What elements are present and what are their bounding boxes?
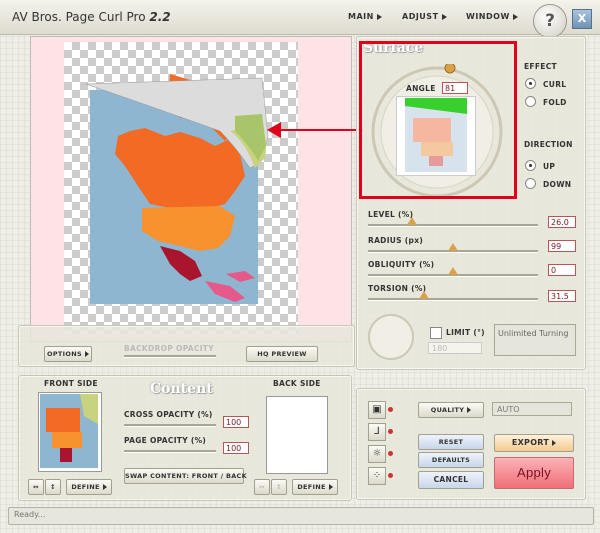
menu-main-arrow-icon (376, 13, 382, 20)
light-tool-icon[interactable]: ☼ (368, 445, 386, 463)
quality-value: AUTO (492, 402, 572, 416)
effect-fold-radio[interactable] (525, 96, 536, 107)
dots-tool-icon[interactable]: ⁘ (368, 467, 386, 485)
status-bar (8, 507, 594, 525)
radius-input[interactable]: 99 (548, 240, 576, 252)
level-slider-knob[interactable] (407, 217, 418, 225)
menu-window-arrow-icon (512, 13, 518, 20)
obliquity-slider[interactable] (368, 267, 538, 277)
front-side-label: FRONT SIDE (44, 379, 98, 388)
menu-adjust-arrow-icon (441, 13, 447, 20)
torsion-slider-knob[interactable] (419, 291, 430, 299)
options-button[interactable]: OPTIONS (44, 346, 92, 362)
effect-title: EFFECT (524, 62, 557, 71)
back-flip-vertical-button[interactable]: ↕ (271, 479, 287, 495)
menu-window[interactable]: WINDOW (466, 12, 518, 21)
swap-content-button[interactable]: SWAP CONTENT: FRONT / BACK (124, 468, 247, 484)
front-flip-vertical-button[interactable]: ↕ (45, 479, 61, 495)
back-flip-horizontal-button[interactable]: ↔ (254, 479, 270, 495)
limit-checkbox[interactable] (430, 327, 442, 339)
torsion-label: TORSION (%) (368, 284, 427, 293)
quality-arrow-icon (467, 407, 472, 413)
light-tool-indicator (388, 451, 393, 456)
front-side-image (40, 394, 98, 468)
axis-tool-indicator (388, 429, 393, 434)
effect-curl-radio[interactable] (525, 78, 536, 89)
back-side-thumbnail[interactable] (266, 396, 328, 474)
back-define-arrow-icon (328, 484, 333, 490)
pointer-arrow (267, 122, 363, 138)
page-opacity-label: PAGE OPACITY (%) (124, 436, 207, 445)
defaults-button[interactable]: DEFAULTS (418, 452, 484, 468)
limit-info-text: Unlimited Turning (494, 324, 576, 356)
preview-image (85, 74, 269, 304)
direction-down-label: DOWN (543, 180, 572, 189)
app-title: AV Bros. Page Curl Pro 2.2 (12, 10, 171, 24)
export-arrow-icon (552, 439, 557, 446)
limit-dial[interactable] (366, 312, 416, 362)
page-opacity-input[interactable]: 100 (223, 442, 249, 454)
radius-slider[interactable] (368, 243, 538, 253)
app-version: 2.2 (149, 10, 171, 24)
quality-button[interactable]: QUALITY (418, 402, 484, 418)
dots-tool-indicator (388, 473, 393, 478)
highlight-box (359, 41, 517, 199)
menu-main[interactable]: MAIN (348, 12, 382, 21)
direction-down-radio[interactable] (525, 178, 536, 189)
front-define-button[interactable]: DEFINE (66, 479, 112, 495)
obliquity-slider-knob[interactable] (448, 267, 458, 275)
level-input[interactable]: 26.0 (548, 216, 576, 228)
obliquity-label: OBLIQUITY (%) (368, 260, 435, 269)
axis-tool-icon[interactable]: ⅃ (368, 423, 386, 441)
cross-opacity-slider[interactable] (124, 424, 216, 427)
cross-opacity-label: CROSS OPACITY (%) (124, 410, 213, 419)
effect-curl-label: CURL (543, 80, 567, 89)
menu-adjust[interactable]: ADJUST (402, 12, 447, 21)
direction-up-label: UP (543, 162, 556, 171)
content-title: Content (150, 381, 213, 397)
effect-fold-label: FOLD (543, 98, 567, 107)
options-arrow-icon (84, 351, 89, 357)
torsion-slider[interactable] (368, 291, 538, 301)
export-button[interactable]: EXPORT (494, 434, 574, 452)
page-opacity-slider[interactable] (124, 450, 216, 453)
radius-slider-knob[interactable] (448, 243, 458, 251)
torsion-input[interactable]: 31.5 (548, 290, 576, 302)
help-button[interactable]: ? (533, 4, 567, 38)
direction-title: DIRECTION (524, 140, 573, 149)
grid-tool-indicator (388, 407, 393, 412)
apply-button[interactable]: Apply (494, 457, 574, 489)
radius-label: RADIUS (px) (368, 236, 424, 245)
obliquity-input[interactable]: 0 (548, 264, 576, 276)
status-text: Ready... (14, 510, 46, 519)
limit-label: LIMIT (°) (446, 328, 485, 337)
grid-tool-icon[interactable]: ▣ (368, 401, 386, 419)
level-slider[interactable] (368, 217, 538, 227)
back-side-label: BACK SIDE (273, 379, 321, 388)
reset-button[interactable]: RESET (418, 434, 484, 450)
close-button[interactable]: X (572, 9, 592, 29)
limit-input[interactable]: 180 (428, 342, 482, 354)
front-define-arrow-icon (102, 484, 107, 490)
backdrop-opacity-slider[interactable] (124, 355, 216, 358)
cross-opacity-input[interactable]: 100 (223, 416, 249, 428)
direction-up-radio[interactable] (525, 160, 536, 171)
back-define-button[interactable]: DEFINE (292, 479, 338, 495)
cancel-button[interactable]: CANCEL (418, 471, 484, 489)
hq-preview-button[interactable]: HQ PREVIEW (246, 346, 318, 362)
backdrop-opacity-label: BACKDROP OPACITY (124, 344, 214, 353)
front-flip-horizontal-button[interactable]: ↔ (28, 479, 44, 495)
